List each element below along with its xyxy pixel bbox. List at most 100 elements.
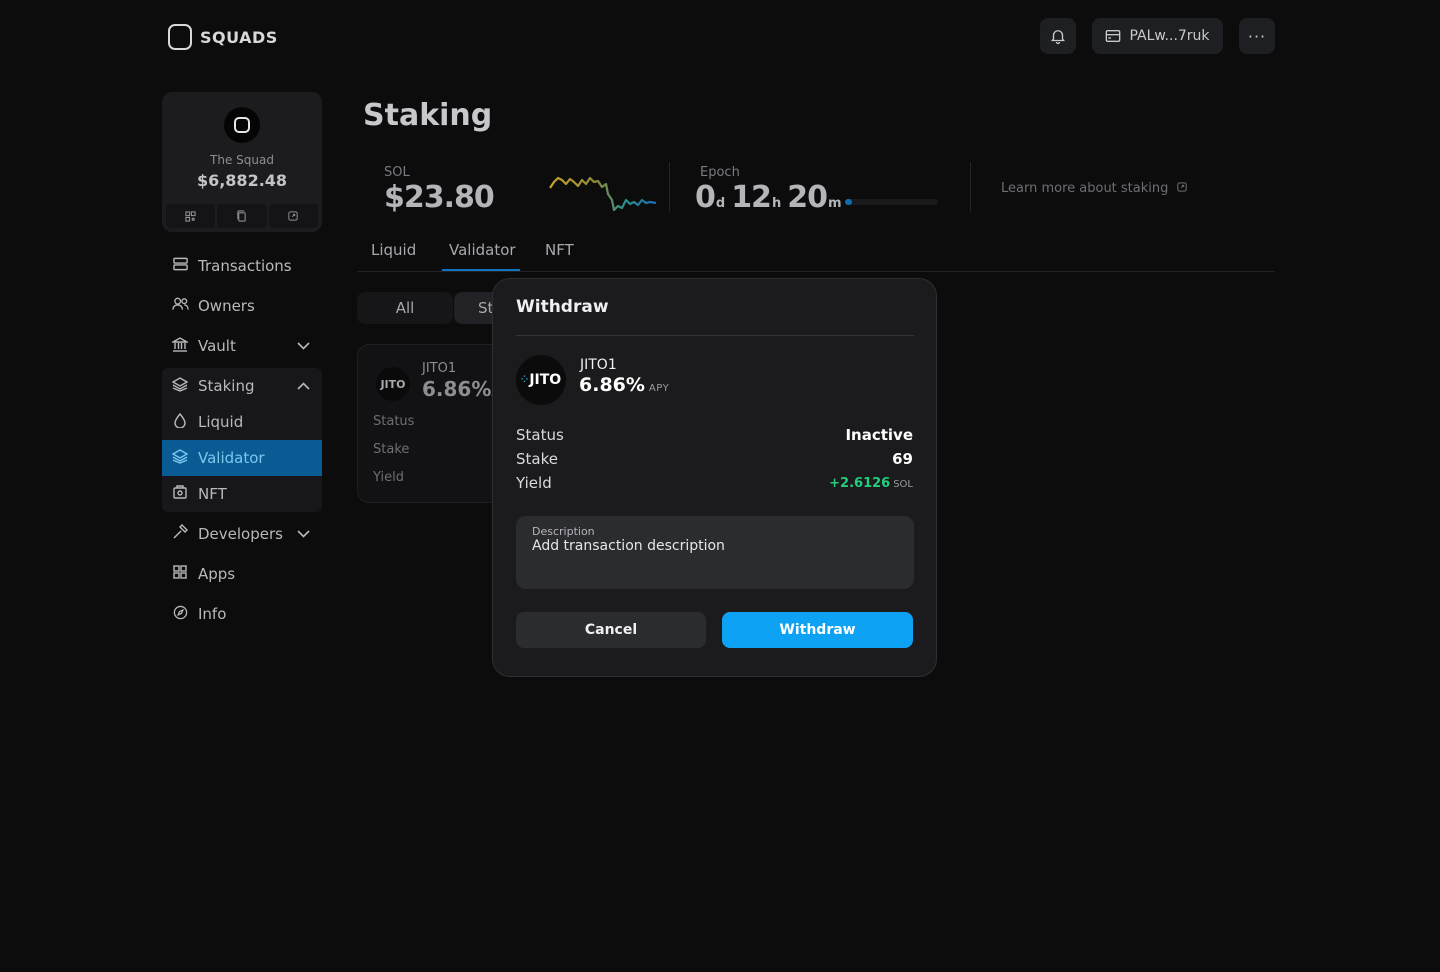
squads-logo-icon bbox=[168, 24, 192, 50]
grid-icon bbox=[172, 565, 188, 583]
stat-divider bbox=[970, 162, 971, 212]
sidebar-item-label: Transactions bbox=[198, 257, 292, 275]
active-tab-indicator bbox=[442, 269, 520, 271]
stake-value: 69 bbox=[892, 450, 913, 468]
brand-name: SQUADS bbox=[200, 27, 278, 47]
description-field[interactable]: Description bbox=[516, 516, 914, 589]
page-title: Staking bbox=[363, 98, 493, 133]
more-icon: ··· bbox=[1247, 26, 1267, 46]
sidebar-item-liquid[interactable]: Liquid bbox=[162, 404, 322, 440]
bank-icon bbox=[170, 336, 190, 356]
chevron-down-icon bbox=[297, 342, 310, 350]
sidebar-item-label: NFT bbox=[198, 485, 227, 503]
yield-label: Yield bbox=[516, 474, 552, 492]
epoch-minutes: 20 bbox=[787, 180, 828, 215]
compass-icon bbox=[172, 605, 188, 624]
sidebar-item-label: Staking bbox=[198, 377, 255, 395]
sidebar-item-label: Validator bbox=[198, 449, 265, 467]
validator-name: JITO1 bbox=[422, 361, 457, 376]
epoch-minutes-unit: m bbox=[827, 196, 842, 211]
wallet-address: PALw...7ruk bbox=[1129, 28, 1210, 44]
status-label: Status bbox=[373, 414, 415, 429]
validator-apy: 6.86% APY bbox=[579, 374, 669, 396]
sidebar-item-staking[interactable]: Staking bbox=[162, 368, 322, 404]
image-icon bbox=[172, 485, 188, 503]
epoch-countdown: 0d 12h 20m bbox=[695, 180, 848, 215]
sidebar-item-apps[interactable]: Apps bbox=[162, 556, 322, 592]
validator-apy: 6.86%A bbox=[422, 377, 499, 401]
epoch-hours-unit: h bbox=[771, 196, 782, 211]
sidebar-item-label: Developers bbox=[198, 525, 283, 543]
tabs-divider bbox=[357, 271, 1275, 272]
sidebar-item-owners[interactable]: Owners bbox=[162, 288, 322, 324]
stake-label: Stake bbox=[373, 442, 410, 457]
epoch-days-unit: d bbox=[715, 196, 726, 211]
apy-label: APY bbox=[648, 383, 670, 394]
yield-label: Yield bbox=[373, 470, 404, 485]
stat-divider bbox=[669, 162, 670, 212]
validator-name: JITO1 bbox=[580, 357, 617, 373]
sidebar-item-info[interactable]: Info bbox=[162, 596, 322, 632]
status-value: Inactive bbox=[845, 426, 913, 444]
sol-price: $23.80 bbox=[384, 180, 495, 215]
apy-value: 6.86% bbox=[422, 377, 492, 401]
layers-icon bbox=[171, 448, 189, 468]
epoch-progress-fill bbox=[845, 199, 853, 205]
sidebar-item-nft[interactable]: NFT bbox=[162, 476, 322, 512]
yield-value: +2.6126 SOL bbox=[829, 476, 913, 491]
learn-more-link[interactable]: Learn more about staking bbox=[1001, 181, 1187, 196]
squad-avatar bbox=[224, 107, 260, 143]
withdraw-modal: Withdraw ⁘ JITO JITO1 6.86% APY Status Ina… bbox=[492, 278, 937, 677]
layers-icon bbox=[171, 376, 189, 396]
filter-all[interactable]: All bbox=[357, 292, 453, 324]
chevron-down-icon bbox=[297, 530, 310, 538]
copy-icon bbox=[237, 210, 247, 222]
epoch-progress-bar bbox=[845, 199, 938, 205]
explorer-button[interactable] bbox=[268, 204, 318, 228]
epoch-days: 0 bbox=[695, 180, 716, 215]
wallet-button[interactable]: PALw...7ruk bbox=[1092, 18, 1223, 54]
external-link-icon bbox=[288, 211, 298, 221]
apy-value: 6.86% bbox=[579, 374, 645, 396]
sidebar-item-transactions[interactable]: Transactions bbox=[162, 248, 322, 284]
tab-validator[interactable]: Validator bbox=[449, 241, 516, 259]
status-label: Status bbox=[516, 426, 564, 444]
more-menu-button[interactable]: ··· bbox=[1239, 18, 1275, 54]
sol-price-sparkline bbox=[549, 176, 657, 212]
list-icon bbox=[172, 257, 188, 275]
sidebar-item-label: Liquid bbox=[198, 413, 244, 431]
jito-logo: ⁘ JITO bbox=[516, 355, 566, 405]
wallet-icon bbox=[1106, 30, 1121, 42]
epoch-label: Epoch bbox=[700, 165, 740, 180]
description-input[interactable] bbox=[532, 538, 892, 554]
withdraw-button[interactable]: Withdraw bbox=[722, 612, 913, 648]
tab-liquid[interactable]: Liquid bbox=[371, 241, 416, 259]
sidebar-item-label: Apps bbox=[198, 565, 236, 583]
users-icon bbox=[172, 297, 189, 315]
sidebar-item-validator[interactable]: Validator bbox=[162, 440, 322, 476]
learn-more-label: Learn more about staking bbox=[1001, 181, 1169, 196]
droplet-icon bbox=[172, 412, 188, 432]
modal-divider bbox=[516, 335, 914, 336]
squads-logo[interactable]: SQUADS bbox=[168, 24, 278, 50]
squad-name: The Squad bbox=[210, 153, 274, 167]
sidebar-item-vault[interactable]: Vault bbox=[162, 328, 322, 364]
qr-code-button[interactable] bbox=[166, 204, 216, 228]
sidebar-item-developers[interactable]: Developers bbox=[162, 516, 322, 552]
squad-balance: $6,882.48 bbox=[196, 171, 288, 190]
tab-nft[interactable]: NFT bbox=[545, 241, 574, 259]
copy-address-button[interactable] bbox=[217, 204, 267, 228]
cancel-button[interactable]: Cancel bbox=[516, 612, 706, 648]
modal-title: Withdraw bbox=[516, 297, 609, 317]
yield-amount: +2.6126 bbox=[829, 476, 891, 491]
chevron-up-icon bbox=[297, 382, 310, 390]
notifications-button[interactable] bbox=[1040, 18, 1076, 54]
sol-label: SOL bbox=[384, 165, 410, 180]
squad-card[interactable]: The Squad $6,882.48 bbox=[162, 92, 322, 232]
description-label: Description bbox=[532, 525, 595, 538]
qr-icon bbox=[185, 210, 196, 222]
bell-icon bbox=[1051, 30, 1065, 45]
sidebar-item-label: Vault bbox=[198, 337, 236, 355]
sidebar-item-label: Owners bbox=[198, 297, 255, 315]
stake-label: Stake bbox=[516, 450, 558, 468]
